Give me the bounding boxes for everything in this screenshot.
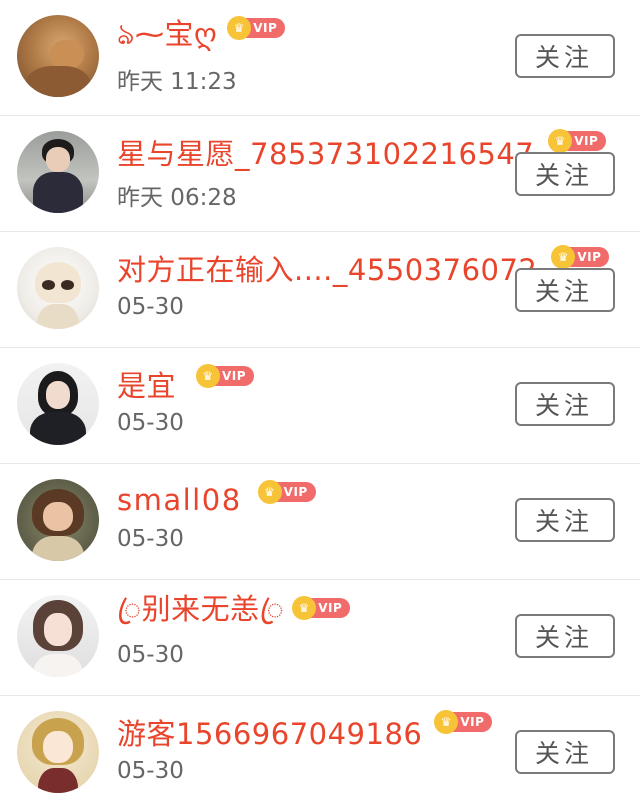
username-line: ঌ⁓宝ღ ♛ VIP: [117, 11, 286, 61]
username[interactable]: 对方正在输入...._4550376072: [117, 247, 537, 289]
username[interactable]: ꦿ别来无恙ꦿ: [117, 586, 284, 646]
girl-avatar[interactable]: [17, 479, 99, 561]
vip-badge: ♛ VIP: [227, 16, 286, 40]
list-item[interactable]: 游客1566967049186 ♛ VIP 05-30 关注: [0, 696, 640, 808]
follower-list: ঌ⁓宝ღ ♛ VIP 昨天 11:23 关注 星与星愿_785373102216…: [0, 0, 640, 808]
timestamp: 05-30: [117, 410, 184, 436]
follow-button[interactable]: 关注: [515, 498, 615, 542]
username-line: 游客1566967049186 ♛ VIP: [117, 710, 493, 754]
follow-button[interactable]: 关注: [515, 614, 615, 658]
crown-icon: ♛: [548, 129, 573, 153]
vip-badge: ♛ VIP: [257, 480, 316, 504]
toy-bear-avatar[interactable]: [17, 247, 99, 329]
follow-button[interactable]: 关注: [515, 382, 615, 426]
timestamp: 昨天 06:28: [117, 185, 237, 211]
crown-icon: ♛: [551, 245, 576, 269]
follow-button[interactable]: 关注: [515, 268, 615, 312]
woman-avatar[interactable]: [17, 363, 99, 445]
vip-badge: ♛ VIP: [292, 596, 351, 620]
list-item[interactable]: 星与星愿_785373102216547 ♛ VIP 昨天 06:28 关注: [0, 116, 640, 232]
crown-icon: ♛: [257, 480, 282, 504]
vip-badge: ♛ VIP: [434, 710, 493, 734]
crown-icon: ♛: [434, 710, 459, 734]
anime-avatar[interactable]: [17, 711, 99, 793]
dog-avatar[interactable]: [17, 15, 99, 97]
crown-icon: ♛: [292, 596, 317, 620]
list-item[interactable]: ꦿ别来无恙ꦿ ♛ VIP 05-30 关注: [0, 580, 640, 696]
crown-icon: ♛: [227, 16, 252, 40]
follow-button[interactable]: 关注: [515, 34, 615, 78]
username[interactable]: small08: [117, 483, 242, 517]
username[interactable]: 是宜: [117, 363, 176, 405]
username-line: 是宜 ♛ VIP: [117, 362, 255, 406]
list-item[interactable]: small08 ♛ VIP 05-30 关注: [0, 464, 640, 580]
crown-icon: ♛: [196, 364, 221, 388]
woman-selfie-avatar[interactable]: [17, 595, 99, 677]
list-item[interactable]: ঌ⁓宝ღ ♛ VIP 昨天 11:23 关注: [0, 0, 640, 116]
vip-badge: ♛ VIP: [196, 364, 255, 388]
username[interactable]: ঌ⁓宝ღ: [117, 11, 217, 61]
list-item[interactable]: 对方正在输入...._4550376072 ♛ VIP 05-30 关注: [0, 232, 640, 348]
timestamp: 05-30: [117, 526, 184, 552]
username[interactable]: 游客1566967049186: [117, 711, 422, 753]
vip-badge: ♛ VIP: [551, 245, 610, 269]
timestamp: 昨天 11:23: [117, 69, 237, 95]
timestamp: 05-30: [117, 294, 184, 320]
timestamp: 05-30: [117, 758, 184, 784]
vip-badge: ♛ VIP: [548, 129, 607, 153]
username[interactable]: 星与星愿_785373102216547: [117, 131, 534, 173]
follow-button[interactable]: 关注: [515, 730, 615, 774]
username-line: ꦿ别来无恙ꦿ ♛ VIP: [117, 592, 351, 638]
man-avatar[interactable]: [17, 131, 99, 213]
timestamp: 05-30: [117, 642, 184, 668]
follow-button[interactable]: 关注: [515, 152, 615, 196]
list-item[interactable]: 是宜 ♛ VIP 05-30 关注: [0, 348, 640, 464]
username-line: small08 ♛ VIP: [117, 478, 316, 522]
